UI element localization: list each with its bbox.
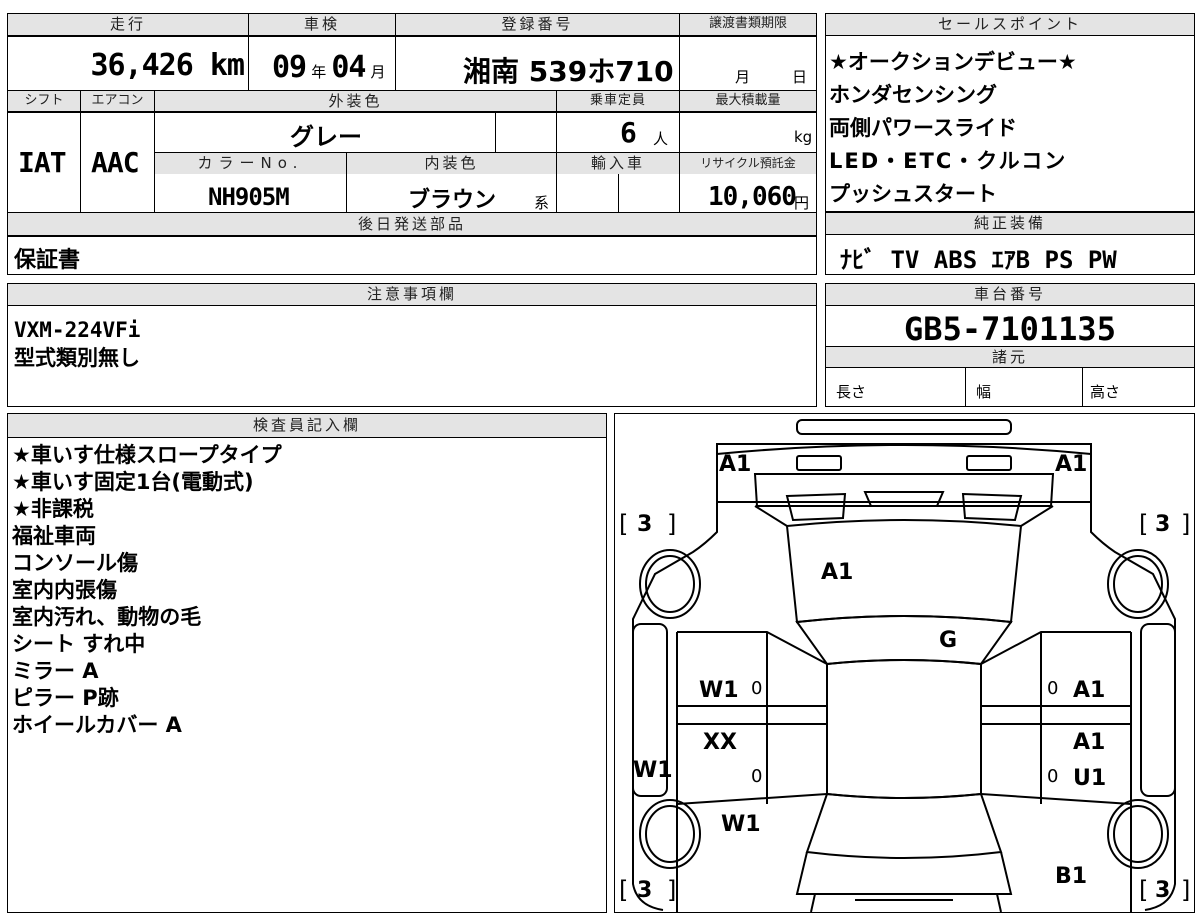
chassis-label: 車台番号 [973,285,1046,303]
later-parts-value: 保証書 [14,248,81,273]
sales-point-item: ★オークションデビュー★ [829,50,1077,74]
notes-label: 注意事項欄 [366,285,457,303]
bracket-open: [ [1139,510,1149,538]
inspector-line: コンソール傷 [12,551,138,575]
notes-line: 型式類別無し [14,346,140,370]
left-rear-quarter-code: W1 [721,812,761,837]
vehicle-info-table: 走行 車検 登録番号 譲渡書類期限 36,426 km 09 年 04 月 湘南… [7,13,817,275]
later-parts-label: 後日発送部品 [357,215,466,233]
mileage-label: 走行 [109,15,146,33]
chassis-panel: 車台番号 GB5-7101135 諸元 長さ 幅 高さ [825,283,1195,407]
damage-diagram-panel: [ 3 ] [ 3 ] [ 3 ] [ 3 ] A1 A1 A1 G W1 0 … [614,413,1195,913]
inspection-label: 車検 [303,15,340,33]
color-no-label: カラーNo. [197,154,304,172]
inspector-label: 検査員記入欄 [252,416,361,434]
shift-value: IAT [18,146,67,179]
interior-color-value: ブラウン [408,188,497,213]
recycle-deposit-value: 10,060 [708,182,797,212]
inspection-month: 04 [331,50,366,85]
mileage-value: 36,426 km [90,48,245,83]
dimensions-label: 諸元 [991,348,1028,366]
exterior-color-value: グレー [290,123,362,151]
shift-label: シフト [24,93,64,108]
bracket-close: ] [667,510,677,538]
left-rear-door-zero: 0 [751,766,763,787]
interior-color-suffix: 系 [534,194,550,212]
tire-bottom-left-code: 3 [637,878,653,903]
right-front-door-zero: 0 [1047,678,1059,699]
length-label: 長さ [836,383,867,401]
transfer-month-unit: 月 [735,68,751,86]
front-left-code: A1 [719,452,752,477]
inspector-line: 室内内張傷 [12,578,117,602]
sales-points-label: セールスポイント [937,15,1082,33]
notes-line: VXM-224VFi [14,318,141,342]
inspection-year: 09 [272,50,307,85]
right-rear-door-zero: 0 [1047,766,1059,787]
color-no-value: NH905M [208,183,290,211]
inspector-notes-list: ★車いす仕様スロープタイプ ★車いす固定1台(電動式) ★非課税 福祉車両 コン… [12,442,282,739]
max-load-label: 最大積載量 [715,93,781,108]
tire-top-right-code: 3 [1155,512,1171,537]
chassis-value: GB5-7101135 [904,310,1116,348]
left-front-door-zero: 0 [751,678,763,699]
aircon-label: エアコン [91,93,144,108]
inspector-line: ピラー P跡 [12,686,119,710]
sales-points-panel: セールスポイント ★オークションデビュー★ ホンダセンシング 両側パワースライド… [825,13,1195,212]
recycle-deposit-label: リサイクル預託金 [700,156,796,170]
bracket-close: ] [1181,510,1191,538]
interior-color-label: 内装色 [424,154,479,172]
inspector-line: 福祉車両 [12,524,96,548]
aircon-value: AAC [91,146,140,179]
plate-value: 湘南 539ホ710 [463,55,674,88]
notes-panel: 注意事項欄 VXM-224VFi 型式類別無し [7,283,817,407]
inspector-panel: 検査員記入欄 ★車いす仕様スロープタイプ ★車いす固定1台(電動式) ★非課税 … [7,413,607,913]
inspection-date: 09 年 04 月 [272,50,386,85]
windshield-code: G [939,628,958,653]
capacity-value: 6 [620,116,637,149]
right-rear-code: B1 [1055,864,1088,889]
capacity-label: 乗車定員 [589,93,646,108]
front-right-code: A1 [1055,452,1088,477]
transfer-day-unit: 日 [792,68,808,86]
inspector-line: ミラー A [12,659,99,683]
inspector-line: ★非課税 [12,497,94,521]
inspector-line: シート すれ中 [12,632,146,656]
sales-point-item: プッシュスタート [829,182,997,206]
sales-point-item: 両側パワースライド [829,116,1017,140]
tire-top-left-code: 3 [637,512,653,537]
equipment-value: ﾅﾋﾞ TV ABS ｴｱB PS PW [840,246,1117,274]
plate-label: 登録番号 [501,15,574,33]
car-outline-diagram [632,419,1176,912]
right-front-door-code: A1 [1073,678,1106,703]
inspector-line: ★車いす仕様スロープタイプ [12,443,282,467]
right-rear-door-u-code: U1 [1073,766,1107,791]
bracket-open: [ [619,510,629,538]
hood-code: A1 [821,560,854,585]
exterior-color-label: 外装色 [328,92,383,110]
left-side-code: W1 [633,758,673,783]
left-rear-door-code: XX [703,730,737,755]
tire-bottom-right-code: 3 [1155,878,1171,903]
equipment-panel: 純正装備 ﾅﾋﾞ TV ABS ｴｱB PS PW [825,212,1195,275]
capacity-unit: 人 [653,130,669,148]
inspector-line: ★車いす固定1台(電動式) [12,470,254,494]
inspector-line: ホイールカバー A [12,713,182,737]
sales-point-item: LED・ETC・クルコン [829,149,1068,173]
sales-point-item: ホンダセンシング [829,83,997,107]
inspector-line: 室内汚れ、動物の毛 [12,605,202,629]
import-car-label: 輸入車 [590,154,645,172]
sales-points-list: ★オークションデビュー★ ホンダセンシング 両側パワースライド LED・ETC・… [829,46,1077,211]
equipment-label: 純正装備 [973,214,1046,232]
inspection-year-unit: 年 [311,63,327,81]
left-front-door-code: W1 [699,678,739,703]
inspection-month-unit: 月 [370,63,386,81]
transfer-deadline-label: 譲渡書類期限 [708,16,787,31]
width-label: 幅 [976,383,992,401]
right-rear-door-a-code: A1 [1073,730,1106,755]
max-load-unit: kg [794,128,813,146]
height-label: 高さ [1090,383,1121,401]
recycle-deposit-unit: 円 [794,194,810,212]
